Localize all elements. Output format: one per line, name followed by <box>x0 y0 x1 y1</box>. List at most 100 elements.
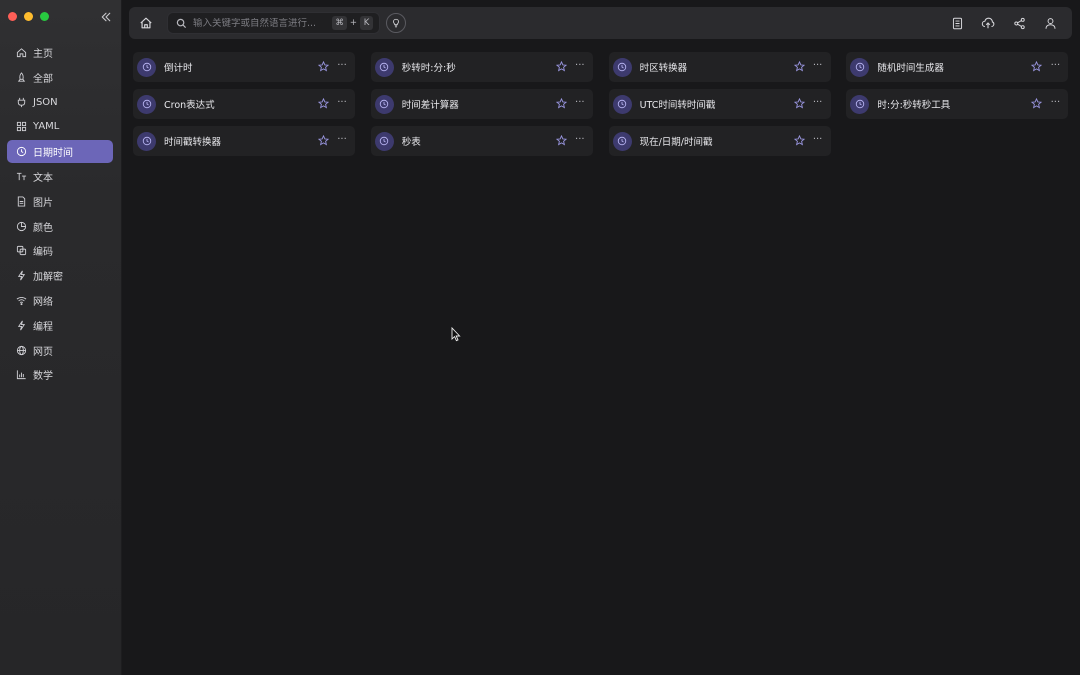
star-icon[interactable] <box>555 135 568 147</box>
lightbulb-icon[interactable] <box>386 13 406 33</box>
more-options-icon[interactable]: ··· <box>812 97 824 109</box>
sidebar-item-math[interactable]: 数学 <box>7 363 113 386</box>
cloud-upload-icon[interactable] <box>980 15 996 31</box>
more-options-icon[interactable]: ··· <box>336 60 348 72</box>
clock-icon <box>850 57 870 77</box>
search-icon <box>176 18 187 29</box>
tool-card-title: Cron表达式 <box>164 100 215 111</box>
star-icon[interactable] <box>793 135 806 147</box>
bolt-icon <box>16 270 27 281</box>
maximize-window-button[interactable] <box>40 12 49 21</box>
sidebar-item-json[interactable]: JSON <box>7 91 113 114</box>
sidebar-item-datetime[interactable]: 日期时间 <box>7 140 113 164</box>
star-icon[interactable] <box>793 61 806 73</box>
star-icon[interactable] <box>793 98 806 110</box>
wifi-icon <box>16 295 27 306</box>
document-icon[interactable] <box>949 15 965 31</box>
tool-card-title: UTC时间转时间戳 <box>639 100 716 111</box>
search-shortcut: ⌘ + K <box>332 16 373 30</box>
tool-card[interactable]: 随机时间生成器 ··· <box>846 52 1069 82</box>
sidebar-item-label: 文本 <box>33 172 53 184</box>
clock-icon <box>137 131 156 151</box>
clock-icon <box>137 94 156 114</box>
tool-card-title: 现在/日期/时间戳 <box>639 137 713 148</box>
sidebar-item-yaml[interactable]: YAML <box>7 115 113 138</box>
sidebar-item-crypto[interactable]: 加解密 <box>7 264 113 287</box>
star-icon[interactable] <box>555 98 568 110</box>
tool-card[interactable]: 时间差计算器 ··· <box>370 89 593 119</box>
clock-icon <box>850 94 870 114</box>
sidebar-item-label: 加解密 <box>33 272 63 284</box>
tool-card[interactable]: Cron表达式 ··· <box>133 89 355 119</box>
sidebar-item-label: 网页 <box>33 346 53 358</box>
sidebar-item-color[interactable]: 颜色 <box>7 215 113 238</box>
close-window-button[interactable] <box>8 12 17 21</box>
tool-grid: 倒计时 ··· 秒转时:分:秒 ··· 时区转换器 ··· 随机时间生成器 ··… <box>133 52 1069 156</box>
tool-card[interactable]: 时区转换器 ··· <box>608 52 831 82</box>
sidebar-item-label: 颜色 <box>33 222 53 234</box>
star-icon[interactable] <box>1031 98 1043 110</box>
sidebar-item-home[interactable]: 主页 <box>7 41 113 64</box>
more-options-icon[interactable]: ··· <box>336 97 348 109</box>
sidebar-item-label: 主页 <box>33 49 53 60</box>
tool-card[interactable]: 时:分:秒转秒工具 ··· <box>846 89 1069 119</box>
more-options-icon[interactable]: ··· <box>812 134 824 146</box>
topbar-actions <box>949 15 1058 31</box>
star-icon[interactable] <box>318 98 330 110</box>
copy-icon <box>16 245 27 256</box>
tool-card[interactable]: UTC时间转时间戳 ··· <box>608 89 831 119</box>
rocket-icon <box>16 72 27 83</box>
sidebar-item-web[interactable]: 网页 <box>7 339 113 362</box>
palette-icon <box>16 221 27 232</box>
clock-icon <box>612 57 632 77</box>
sidebar-item-all[interactable]: 全部 <box>7 66 113 89</box>
more-options-icon[interactable]: ··· <box>1049 97 1061 109</box>
user-icon[interactable] <box>1042 15 1058 31</box>
tool-card[interactable]: 秒表 ··· <box>370 126 593 156</box>
home-icon <box>16 47 27 58</box>
star-icon[interactable] <box>555 61 568 73</box>
tool-card[interactable]: 时间戳转换器 ··· <box>133 126 355 156</box>
more-options-icon[interactable]: ··· <box>574 97 586 109</box>
tool-card-title: 随机时间生成器 <box>877 63 944 74</box>
app-window: 主页 全部 JSON YAML 日期时间 文本 图片 颜色 编码 加解密 网络 … <box>0 0 1080 675</box>
file-image-icon <box>16 196 27 207</box>
sidebar-item-label: 网络 <box>33 296 53 308</box>
tool-card[interactable]: 秒转时:分:秒 ··· <box>370 52 593 82</box>
sidebar-item-label: JSON <box>33 96 58 108</box>
more-options-icon[interactable]: ··· <box>574 134 586 146</box>
bar-chart-icon <box>16 369 27 380</box>
tool-card-title: 时区转换器 <box>639 63 688 74</box>
star-icon[interactable] <box>318 135 330 147</box>
star-icon[interactable] <box>318 61 330 73</box>
search-input[interactable] <box>193 17 333 29</box>
share-icon[interactable] <box>1011 15 1027 31</box>
clock-icon <box>137 57 156 77</box>
grid-icon <box>16 121 27 132</box>
sidebar-item-network[interactable]: 网络 <box>7 289 113 312</box>
sidebar-item-programming[interactable]: 编程 <box>7 314 113 337</box>
sidebar-item-encoding[interactable]: 编码 <box>7 239 113 262</box>
sidebar-item-image[interactable]: 图片 <box>7 190 113 213</box>
shortcut-plus: + <box>349 18 357 28</box>
more-options-icon[interactable]: ··· <box>1049 60 1061 72</box>
minimize-window-button[interactable] <box>24 12 33 21</box>
sidebar-item-label: 编码 <box>33 247 53 259</box>
plug-icon <box>16 97 27 108</box>
star-icon[interactable] <box>1031 61 1043 73</box>
search-box[interactable]: ⌘ + K <box>167 12 380 34</box>
sidebar-item-label: YAML <box>33 121 60 133</box>
tool-card[interactable]: 现在/日期/时间戳 ··· <box>608 126 831 156</box>
code-bolt-icon <box>16 320 27 331</box>
tool-card-title: 倒计时 <box>164 63 193 74</box>
more-options-icon[interactable]: ··· <box>812 60 824 72</box>
tool-card[interactable]: 倒计时 ··· <box>133 52 355 82</box>
home-icon[interactable] <box>138 15 154 31</box>
sidebar-item-text[interactable]: 文本 <box>7 165 113 188</box>
clock-icon <box>374 94 394 114</box>
sidebar-item-label: 编程 <box>33 321 53 333</box>
collapse-sidebar-icon[interactable] <box>98 9 114 25</box>
more-options-icon[interactable]: ··· <box>336 134 348 146</box>
clock-icon <box>16 146 27 157</box>
more-options-icon[interactable]: ··· <box>574 60 586 72</box>
